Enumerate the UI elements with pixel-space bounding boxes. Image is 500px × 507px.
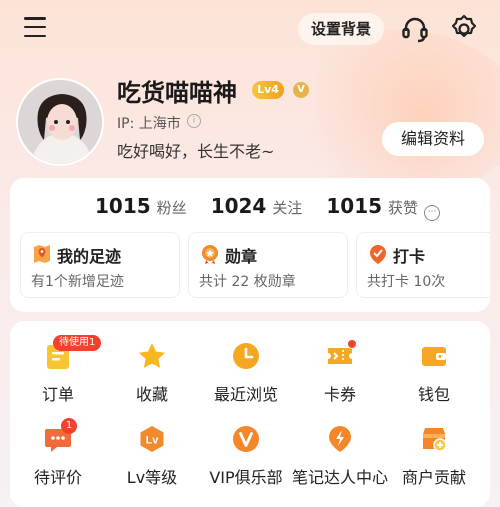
- verified-badge[interactable]: V: [293, 82, 309, 98]
- stat-label: 关注: [272, 199, 303, 217]
- pending-use-badge: 待使用1: [53, 335, 102, 351]
- service-favorites[interactable]: 收藏: [104, 341, 200, 405]
- checkin-icon: [367, 243, 389, 265]
- stat-label: 获赞: [388, 199, 419, 217]
- review-count-badge: 1: [61, 418, 77, 434]
- followers-stat[interactable]: 1015 粉丝: [95, 194, 187, 218]
- coupon-dot-badge: [347, 339, 357, 349]
- checkin-card[interactable]: 打卡 共打卡 10次: [356, 232, 490, 298]
- info-icon[interactable]: i: [187, 114, 201, 128]
- service-label: 卡券: [323, 385, 356, 404]
- stat-value: 1015: [326, 194, 383, 218]
- level-badge[interactable]: Lv4: [252, 81, 284, 99]
- vip-icon: [231, 424, 261, 454]
- medal-card[interactable]: 勋章 共计 22 枚勋章: [188, 232, 348, 298]
- menu-icon[interactable]: [24, 17, 46, 37]
- medal-desc: 共计 22 枚勋章: [199, 274, 296, 290]
- service-wallet[interactable]: 钱包: [386, 341, 482, 405]
- lightning-icon: [325, 424, 355, 454]
- more-icon[interactable]: ···: [424, 205, 441, 221]
- headset-icon[interactable]: [398, 12, 432, 46]
- service-label: 笔记达人中心: [292, 468, 389, 487]
- stat-label: 粉丝: [156, 199, 187, 217]
- nickname: 吃货喵喵神: [117, 79, 237, 107]
- checkin-title: 打卡: [393, 247, 426, 266]
- following-stat[interactable]: 1024 关注: [211, 194, 303, 218]
- service-pending-review[interactable]: 待评价: [10, 424, 106, 488]
- top-bar: 设置背景: [0, 0, 500, 56]
- medal-icon: [199, 243, 221, 265]
- service-label: 待评价: [33, 468, 82, 487]
- footprint-desc: 有1个新增足迹: [31, 274, 124, 290]
- checkin-desc: 共打卡 10次: [367, 274, 446, 290]
- footprint-card[interactable]: 我的足迹 有1个新增足迹: [20, 232, 180, 298]
- service-vip-club[interactable]: VIP俱乐部: [198, 424, 294, 488]
- ip-location: IP: 上海市: [117, 116, 181, 132]
- medal-title: 勋章: [225, 247, 258, 266]
- star-icon: [137, 341, 167, 371]
- service-coupons[interactable]: 卡券: [292, 341, 388, 405]
- service-merchant-contribution[interactable]: 商户贡献: [386, 424, 482, 488]
- stat-value: 1015: [95, 194, 151, 218]
- avatar[interactable]: [16, 78, 104, 166]
- service-note-expert-center[interactable]: 笔记达人中心: [292, 424, 388, 488]
- service-label: 收藏: [135, 385, 168, 404]
- edit-profile-button[interactable]: 编辑资料: [382, 122, 484, 156]
- service-label: 商户贡献: [401, 468, 466, 487]
- wallet-icon: [419, 341, 449, 371]
- bio: 吃好喝好，长生不老~: [117, 142, 275, 161]
- level-icon: Lv: [137, 424, 167, 454]
- service-label: 最近浏览: [213, 385, 278, 404]
- set-background-button[interactable]: 设置背景: [298, 13, 384, 45]
- svg-text:Lv: Lv: [146, 435, 160, 447]
- footprint-title: 我的足迹: [57, 247, 122, 266]
- map-pin-icon: [31, 243, 53, 265]
- service-label: Lv等级: [126, 468, 178, 487]
- shop-contribution-icon: [419, 424, 449, 454]
- service-level[interactable]: Lv Lv等级: [104, 424, 200, 488]
- likes-stat[interactable]: 1015 获赞 ···: [326, 194, 441, 221]
- service-label: 钱包: [417, 385, 450, 404]
- stats-row: 1015 粉丝 1024 关注 1015 获赞 ···: [95, 194, 441, 221]
- service-label: VIP俱乐部: [209, 468, 283, 487]
- service-recent-views[interactable]: 最近浏览: [198, 341, 294, 405]
- settings-gear-icon[interactable]: [447, 12, 481, 46]
- clock-icon: [231, 341, 261, 371]
- stat-value: 1024: [210, 194, 267, 218]
- service-label: 订单: [41, 385, 74, 404]
